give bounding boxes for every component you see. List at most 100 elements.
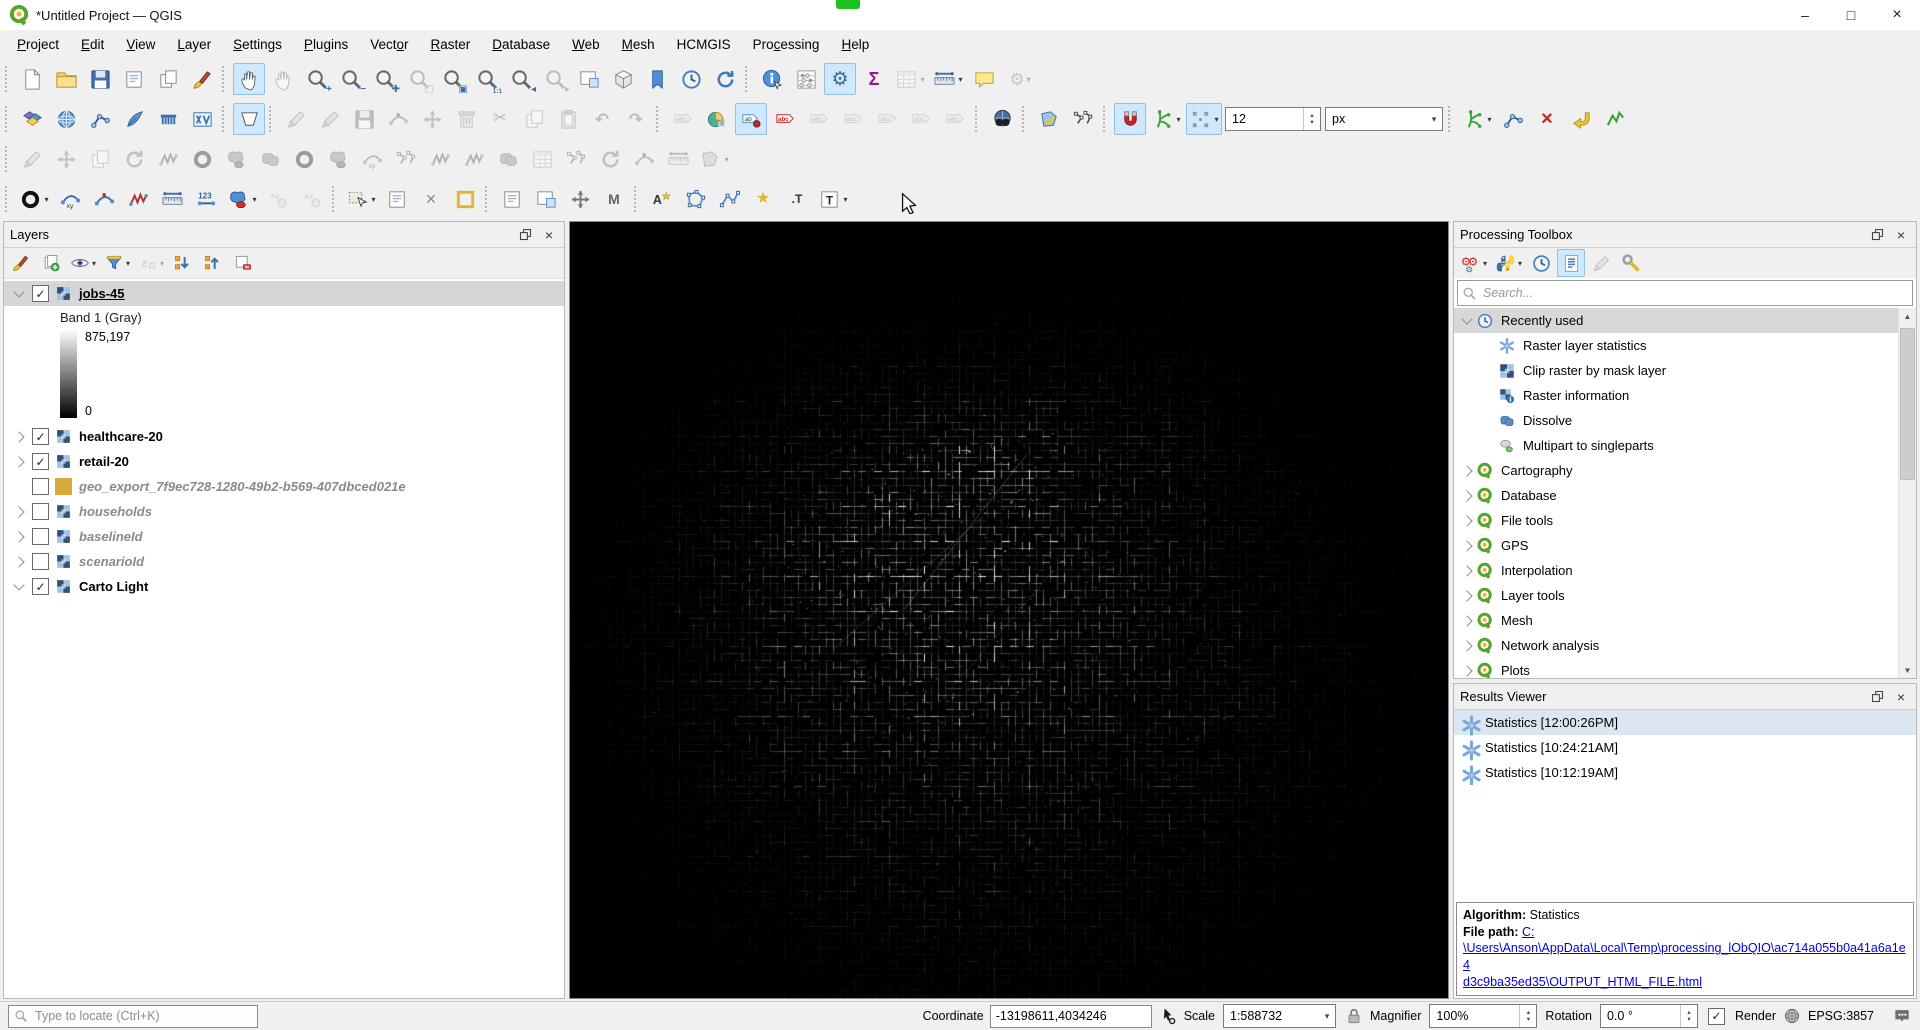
select-by-value[interactable] xyxy=(381,183,413,215)
merge-feature-attributes[interactable] xyxy=(526,143,558,175)
menu-plugins[interactable]: Plugins xyxy=(293,33,359,56)
html-annotation[interactable] xyxy=(530,183,562,215)
close-panel-icon[interactable]: × xyxy=(540,226,558,244)
maximize-button[interactable]: □ xyxy=(1828,0,1874,30)
expand-chevron-icon[interactable] xyxy=(1461,465,1472,476)
selection-frame[interactable] xyxy=(449,183,481,215)
zoom-to-selection[interactable]: ▢ xyxy=(403,63,435,95)
toolbar-drag-handle[interactable] xyxy=(975,106,981,132)
menu-edit[interactable]: Edit xyxy=(70,33,115,56)
algorithm-raster-layer-statistics[interactable]: Raster layer statistics xyxy=(1454,333,1916,358)
distance-constraint-tool[interactable] xyxy=(296,183,328,215)
toolbar-drag-handle[interactable] xyxy=(5,146,11,172)
fill-ring[interactable] xyxy=(254,143,286,175)
processing-group-mesh[interactable]: Mesh xyxy=(1454,608,1916,633)
scrollbar[interactable]: ▲ ▼ xyxy=(1898,308,1916,678)
refresh-map[interactable] xyxy=(709,63,741,95)
vertex-editor[interactable] xyxy=(1067,103,1099,135)
paste-features[interactable] xyxy=(552,103,584,135)
expand-chevron-icon[interactable] xyxy=(1461,565,1472,576)
new-project[interactable] xyxy=(16,63,48,95)
scroll-up-icon[interactable]: ▲ xyxy=(1899,308,1916,324)
run-feature-action[interactable]: ⚙▾ xyxy=(1002,63,1038,95)
manage-map-themes[interactable]: ▾ xyxy=(67,249,99,277)
magnifier-spinbox[interactable]: 100%▴▾ xyxy=(1429,1004,1537,1028)
result-item[interactable]: Statistics [12:00:26PM] xyxy=(1454,710,1916,735)
zoom-full-extent[interactable]: ✚ xyxy=(369,63,401,95)
toolbar-drag-handle[interactable] xyxy=(5,186,11,212)
marker-star-tool[interactable]: ★ xyxy=(747,183,779,215)
menu-settings[interactable]: Settings xyxy=(222,33,293,56)
redo[interactable]: ↷ xyxy=(620,103,652,135)
new-map-view[interactable] xyxy=(573,63,605,95)
shape-digitize-tool[interactable] xyxy=(233,103,265,135)
show-statistics[interactable]: Σ xyxy=(858,63,890,95)
collapse-chevron-icon[interactable] xyxy=(13,286,24,297)
simplify-feature[interactable] xyxy=(152,143,184,175)
expand-chevron-icon[interactable] xyxy=(1461,640,1472,651)
merge-features[interactable] xyxy=(492,143,524,175)
snapping-units[interactable]: px▾ xyxy=(1325,107,1443,131)
processing-group-file-tools[interactable]: File tools xyxy=(1454,508,1916,533)
filter-by-expression[interactable]: ▾ xyxy=(135,249,167,277)
trim-extend-feature[interactable] xyxy=(662,143,694,175)
processing-group-plots[interactable]: Plots xyxy=(1454,658,1916,678)
new-3d-map-view[interactable] xyxy=(607,63,639,95)
save-project[interactable] xyxy=(84,63,116,95)
toolbar-drag-handle[interactable] xyxy=(5,66,11,92)
layer-item-jobs-45[interactable]: ✓jobs-45 xyxy=(4,281,564,306)
remove-layer[interactable] xyxy=(229,249,257,277)
pan-map[interactable] xyxy=(233,63,265,95)
layer-item-healthcare-20[interactable]: ✓healthcare-20 xyxy=(4,424,564,449)
add-raster-layer[interactable] xyxy=(50,103,82,135)
results-viewer-toggle[interactable] xyxy=(1557,249,1585,277)
algorithm-dissolve[interactable]: Dissolve xyxy=(1454,408,1916,433)
open-layer-styling[interactable] xyxy=(7,249,35,277)
add-point-feature[interactable] xyxy=(382,103,414,135)
style-manager[interactable] xyxy=(186,63,218,95)
line-annotation-tool[interactable] xyxy=(713,183,745,215)
text-annotation-tool[interactable]: ▾ xyxy=(815,183,851,215)
log-messages-icon[interactable] xyxy=(1892,1006,1912,1026)
output-file-link[interactable]: C: xyxy=(1522,925,1535,939)
menu-vector[interactable]: Vector xyxy=(359,33,419,56)
scale-combo[interactable]: 1:588732▾ xyxy=(1223,1004,1336,1028)
add-virtual-layer[interactable] xyxy=(186,103,218,135)
copy-features[interactable] xyxy=(518,103,550,135)
expand-chevron-icon[interactable] xyxy=(13,431,24,442)
coordinate-extent-toggle-icon[interactable] xyxy=(1158,1006,1178,1026)
deselect-features[interactable]: × xyxy=(415,183,447,215)
toolbar-drag-handle[interactable] xyxy=(269,106,275,132)
toolbar-drag-handle[interactable] xyxy=(1448,106,1454,132)
move-feature[interactable] xyxy=(416,103,448,135)
profile-line-tool[interactable] xyxy=(1599,103,1631,135)
offset-curve[interactable] xyxy=(356,143,388,175)
split-parts[interactable] xyxy=(424,143,456,175)
open-attribute-table[interactable]: ▾ xyxy=(892,63,928,95)
metasearch-catalog[interactable] xyxy=(986,103,1018,135)
zoom-next[interactable]: ▸ xyxy=(539,63,571,95)
delete-ring[interactable] xyxy=(288,143,320,175)
menu-web[interactable]: Web xyxy=(561,33,611,56)
toolbar-drag-handle[interactable] xyxy=(745,66,751,92)
pin-unpin-labels[interactable] xyxy=(735,103,767,135)
identify-features[interactable] xyxy=(756,63,788,95)
change-label-properties[interactable] xyxy=(905,103,937,135)
rotate-feature[interactable] xyxy=(118,143,150,175)
menu-project[interactable]: Project xyxy=(6,33,70,56)
copy-move-features[interactable] xyxy=(84,143,116,175)
layer-diagram-options[interactable] xyxy=(701,103,733,135)
processing-group-interpolation[interactable]: Interpolation xyxy=(1454,558,1916,583)
form-annotation[interactable] xyxy=(496,183,528,215)
add-ring[interactable] xyxy=(186,143,218,175)
circle-from-2-points[interactable] xyxy=(54,183,86,215)
circle-from-3-points[interactable] xyxy=(88,183,120,215)
toolbar-drag-handle[interactable] xyxy=(222,66,228,92)
expand-chevron-icon[interactable] xyxy=(1461,665,1472,676)
expand-chevron-icon[interactable] xyxy=(1461,490,1472,501)
collapse-all[interactable] xyxy=(199,249,227,277)
delete-part[interactable] xyxy=(322,143,354,175)
zoom-native-resolution[interactable]: 1:1 xyxy=(471,63,503,95)
add-delimited-text-layer[interactable] xyxy=(118,103,150,135)
undo[interactable]: ↶ xyxy=(586,103,618,135)
